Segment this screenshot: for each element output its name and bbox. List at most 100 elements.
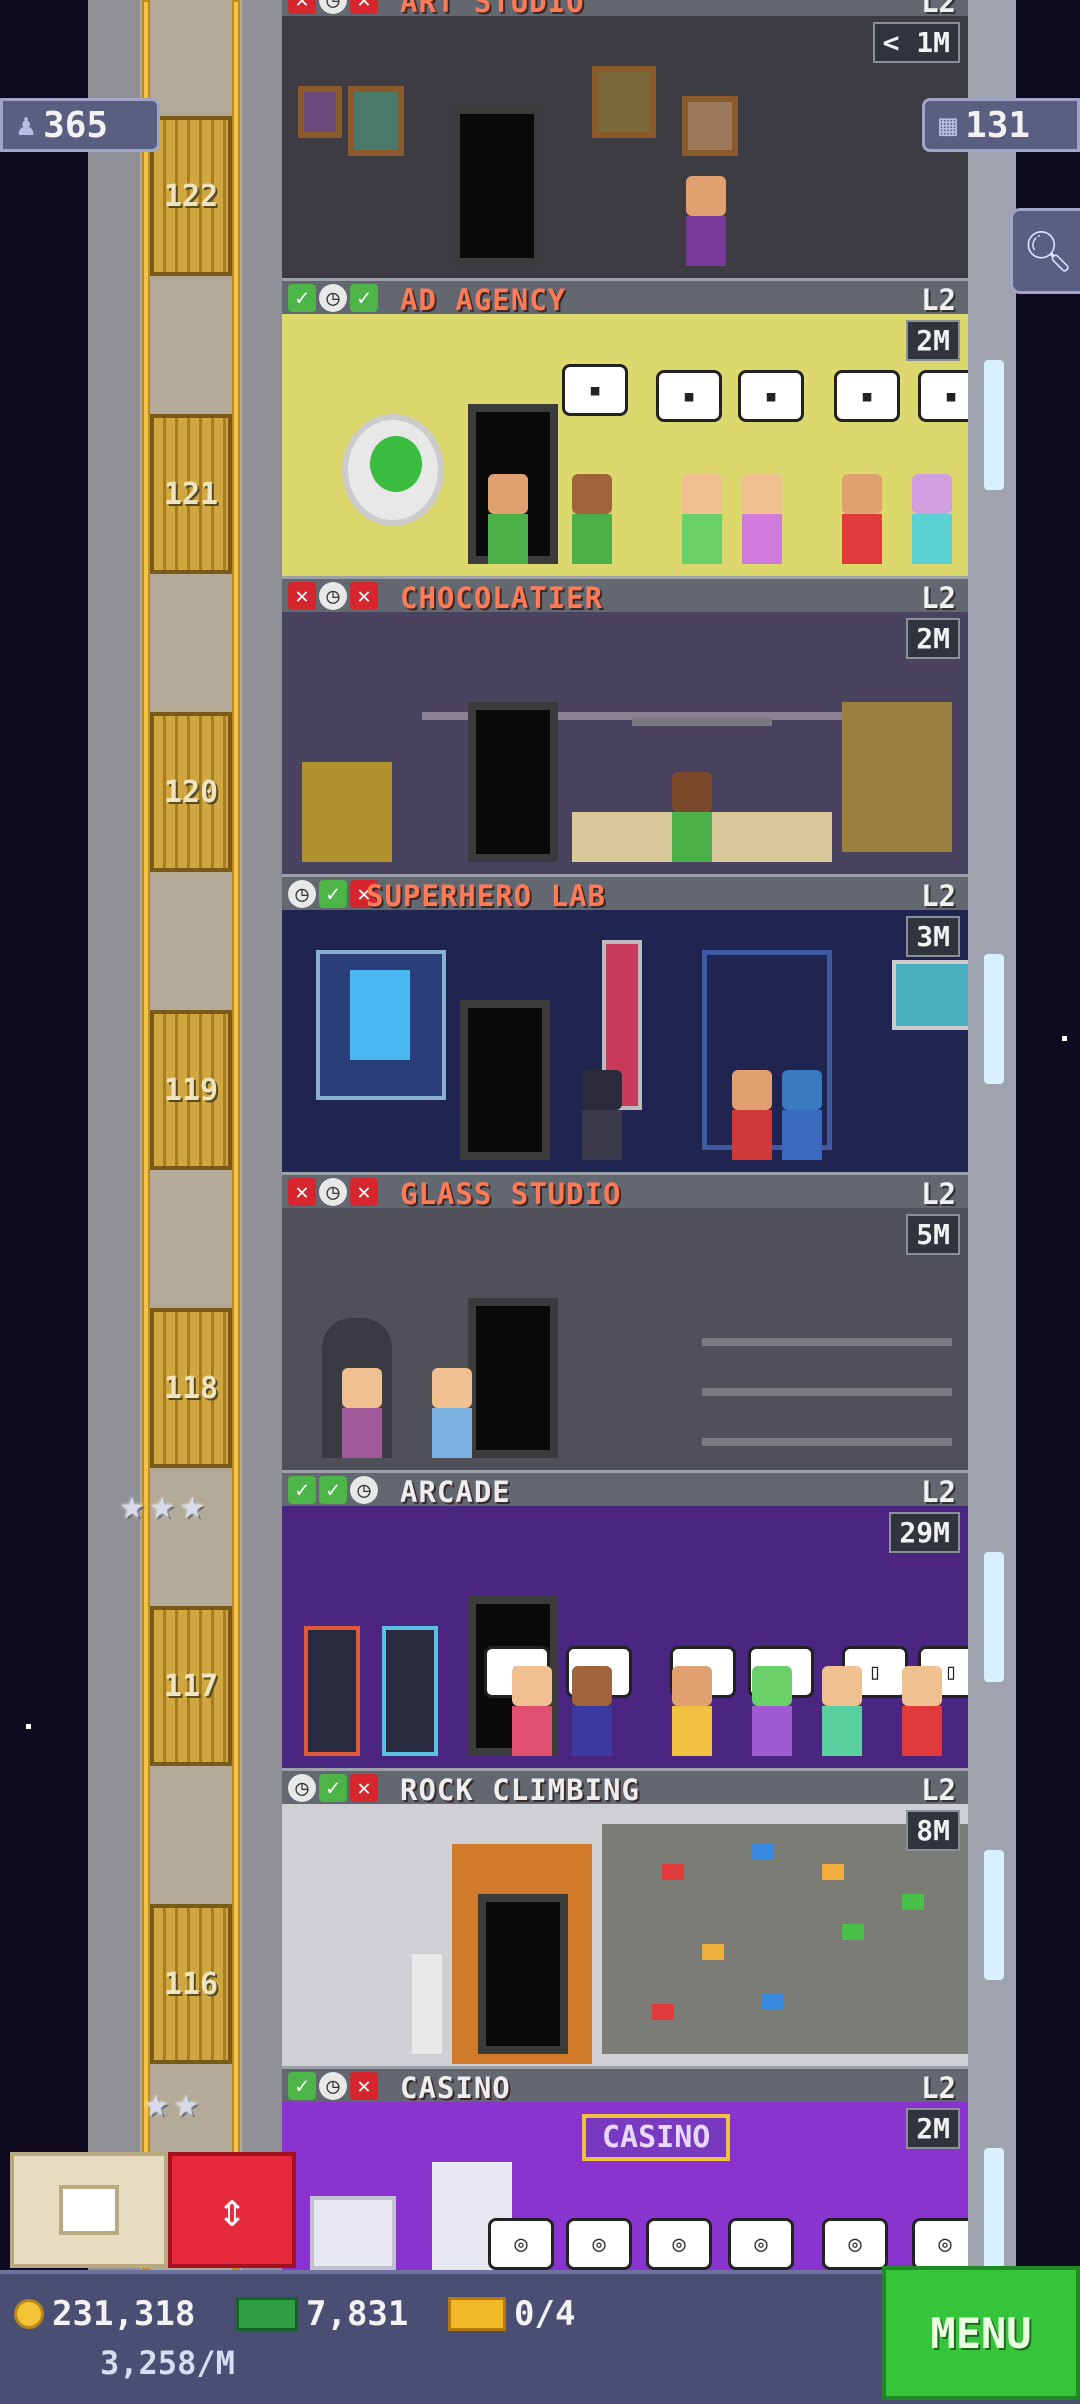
floor-stars-117: ★ ★ ★ <box>120 1482 204 1528</box>
search-button[interactable]: 🔍︎ <box>1010 208 1080 294</box>
coins-value: 231,318 <box>52 2294 196 2334</box>
speech-bubble[interactable]: ◎ <box>728 2218 794 2270</box>
tenant <box>902 1666 942 1756</box>
speech-bubble[interactable]: ◎ <box>912 2218 968 2270</box>
arcade-machine <box>382 1626 438 1756</box>
speech-bubble[interactable]: ▪ <box>656 370 722 422</box>
x-icon: ✕ <box>350 0 378 14</box>
elevator-floor-marker-121[interactable]: 121 <box>150 414 232 574</box>
climbing-hold <box>822 1864 844 1880</box>
floor-room <box>282 910 968 1172</box>
floor-level: L2 <box>921 581 956 615</box>
elevator-floor-marker-119[interactable]: 119 <box>150 1010 232 1170</box>
floor-level: L2 <box>921 1773 956 1807</box>
elevator-floor-marker-120[interactable]: 120 <box>150 712 232 872</box>
climbing-hold <box>762 1994 784 2010</box>
hologram-figure <box>350 970 410 1060</box>
tenant <box>842 474 882 564</box>
floor-art-studio[interactable]: ✕ ◷ ✕ ART STUDIO L2 < 1M <box>282 0 968 278</box>
world-map-screen <box>892 960 968 1030</box>
elevator-rail-left <box>142 0 150 2270</box>
x-icon: ✕ <box>288 0 316 14</box>
speech-bubble[interactable]: ▪ <box>834 370 900 422</box>
menu-button[interactable]: MENU <box>882 2266 1080 2400</box>
floor-header: ◷ ✓ ✕ SUPERHERO LAB L2 <box>282 874 968 913</box>
floor-name: ARCADE <box>400 1475 511 1509</box>
climbing-hold <box>652 2004 674 2020</box>
elevator-car[interactable] <box>310 2196 396 2270</box>
check-icon: ✓ <box>288 1476 316 1504</box>
room-door[interactable] <box>460 1000 550 1160</box>
room-door[interactable] <box>468 702 558 862</box>
floor-glass-studio[interactable]: ✕ ◷ ✕ GLASS STUDIO L2 5M <box>282 1172 968 1470</box>
floor-status-icons: ✓ ◷ ✓ <box>288 284 378 312</box>
tenant <box>686 176 726 266</box>
floor-ad-agency[interactable]: ✓ ◷ ✓ AD AGENCY L2 2M ▪ ▪ ▪ ▪ ▪ <box>282 278 968 576</box>
floor-level: L2 <box>921 1177 956 1211</box>
shelf <box>702 1388 952 1396</box>
window-light <box>984 1552 1004 1682</box>
speech-bubble[interactable]: ▪ <box>738 370 804 422</box>
coin-icon <box>14 2299 44 2329</box>
climbing-hold <box>702 1944 724 1960</box>
floor-level: L2 <box>921 283 956 317</box>
elevator-floor-marker-117[interactable]: 117 <box>150 1606 232 1766</box>
floor-number: 118 <box>163 1370 219 1406</box>
speech-bubble[interactable]: ◎ <box>822 2218 888 2270</box>
tenant <box>912 474 952 564</box>
elevator-floor-marker-118[interactable]: 118 <box>150 1308 232 1468</box>
star-icon: ★ <box>150 1482 175 1528</box>
floor-number: 116 <box>163 1966 219 2002</box>
climbing-hold <box>752 1844 774 1860</box>
star-icon: ★ <box>180 1482 205 1528</box>
room-door[interactable] <box>452 106 542 266</box>
speech-bubble[interactable]: ▪ <box>918 370 968 422</box>
star-icon: ★ <box>120 1482 145 1528</box>
bux-display[interactable]: 7,831 <box>236 2294 408 2334</box>
room-door[interactable] <box>478 1894 568 2054</box>
elevator-floor-marker-122[interactable]: 122 <box>150 116 232 276</box>
floor-rent: 8M <box>906 1810 960 1851</box>
floor-number: 121 <box>163 476 219 512</box>
floor-rent: < 1M <box>872 22 960 63</box>
storage-button[interactable] <box>10 2152 168 2268</box>
tenant <box>432 1368 472 1458</box>
water-cooler <box>412 1954 442 2054</box>
floor-name: ROCK CLIMBING <box>400 1773 640 1807</box>
floor-level: L2 <box>921 2071 956 2105</box>
building-icon: ▦ <box>939 107 958 143</box>
floor-header: ◷ ✓ ✕ ROCK CLIMBING L2 <box>282 1768 968 1807</box>
box-icon <box>59 2185 119 2235</box>
floor-number: 119 <box>163 1072 219 1108</box>
coins-display[interactable]: 231,318 <box>14 2294 195 2334</box>
floor-status-icons: ✕ ◷ ✕ <box>288 1178 378 1206</box>
star-icon: ★ <box>144 2080 169 2126</box>
speech-bubble[interactable]: ◎ <box>566 2218 632 2270</box>
floor-arcade[interactable]: ✓ ✓ ◷ ARCADE L2 29M ▯ ▯ ▯ ▯ ▯ ▯ <box>282 1470 968 1768</box>
window-light <box>984 2148 1004 2278</box>
floor-rock-climbing[interactable]: ◷ ✓ ✕ ROCK CLIMBING L2 8M <box>282 1768 968 2066</box>
elevator-floor-marker-116[interactable]: 116 <box>150 1904 232 2064</box>
clock-icon: ◷ <box>319 1178 347 1206</box>
floor-chocolatier[interactable]: ✕ ◷ ✕ CHOCOLATIER L2 2M <box>282 576 968 874</box>
tickets-display[interactable]: 0/4 <box>448 2294 575 2334</box>
floor-stars-115: ★ ★ <box>144 2080 198 2126</box>
floor-header: ✓ ◷ ✕ CASINO L2 <box>282 2066 968 2105</box>
check-icon: ✓ <box>350 284 378 312</box>
room-door[interactable] <box>468 1298 558 1458</box>
floor-rent: 29M <box>889 1512 960 1553</box>
floor-superhero-lab[interactable]: ◷ ✓ ✕ SUPERHERO LAB L2 3M <box>282 874 968 1172</box>
x-icon: ✕ <box>288 1178 316 1206</box>
egg-chair-seat <box>370 436 422 492</box>
speech-bubble[interactable]: ◎ <box>488 2218 554 2270</box>
tenant <box>672 1666 712 1756</box>
floor-counter[interactable]: ▦ 131 <box>922 98 1080 152</box>
check-icon: ✓ <box>319 1774 347 1802</box>
floor-name: CASINO <box>400 2071 511 2105</box>
speech-bubble[interactable]: ▪ <box>562 364 628 416</box>
speech-bubble[interactable]: ◎ <box>646 2218 712 2270</box>
elevator-button[interactable]: ⇕ <box>168 2152 296 2268</box>
tenant <box>782 1070 822 1160</box>
x-icon: ✕ <box>350 2072 378 2100</box>
population-counter[interactable]: ♟ 365 <box>0 98 160 152</box>
